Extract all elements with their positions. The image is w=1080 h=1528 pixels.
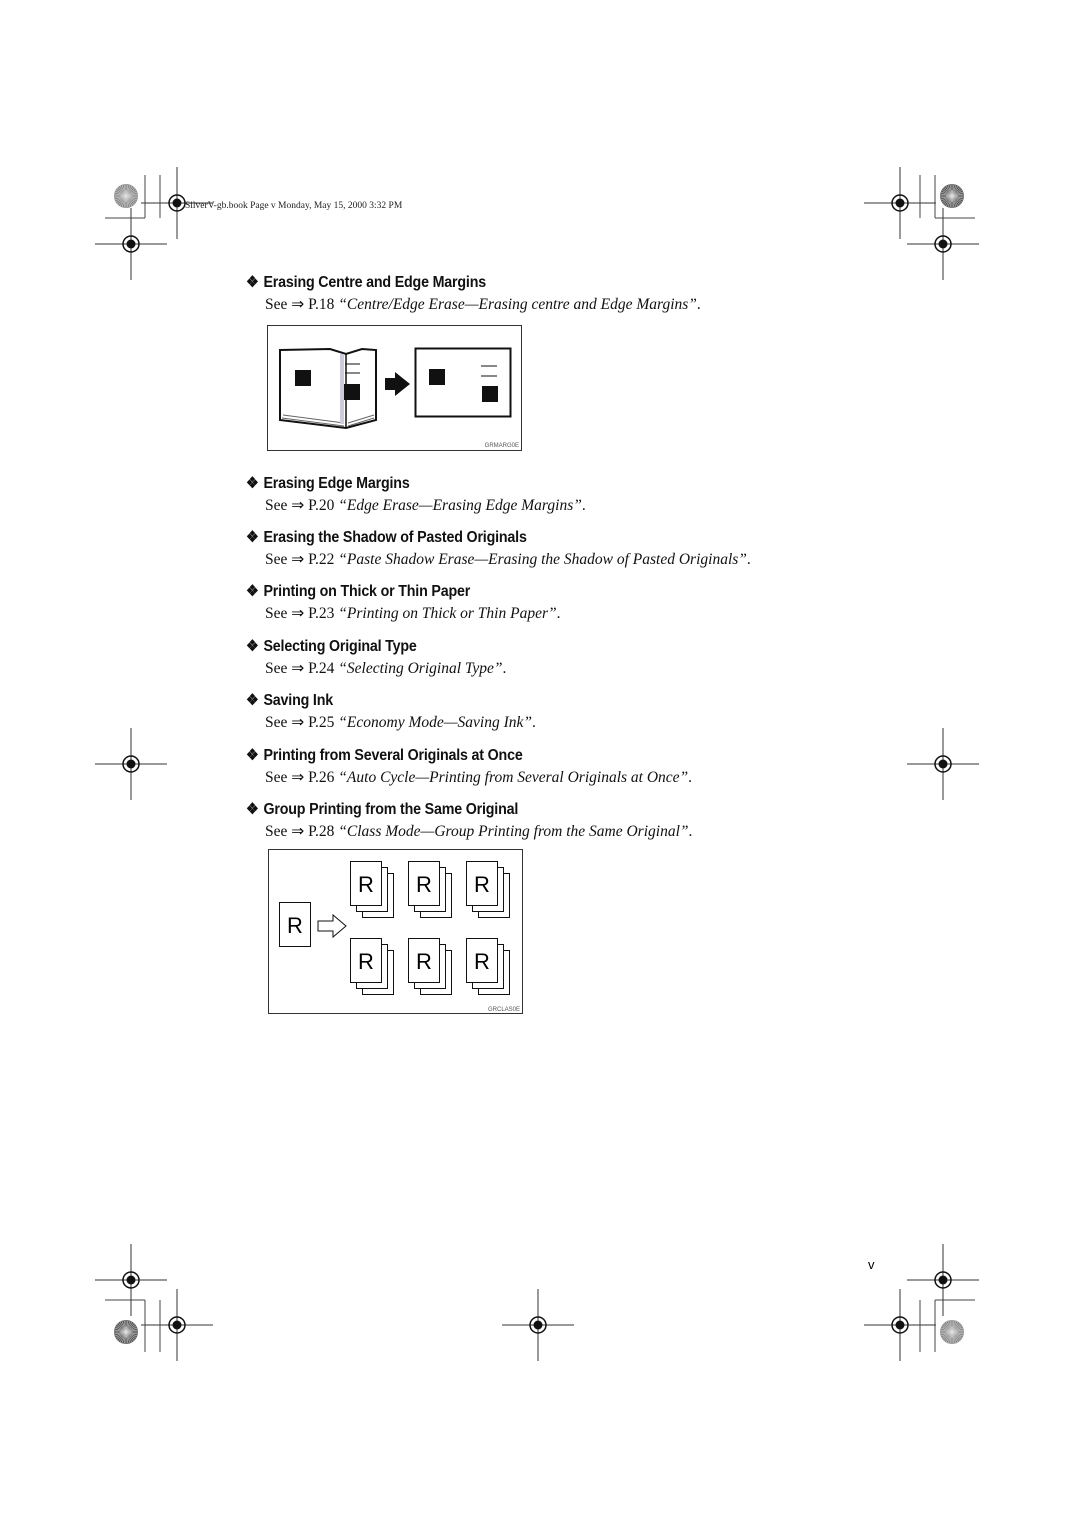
copy-stack: R — [466, 938, 510, 995]
svg-text:R: R — [358, 872, 374, 897]
crosshair-mark — [502, 1289, 574, 1361]
copy-stack: R — [408, 938, 452, 995]
crosshair-mark — [907, 208, 979, 280]
figure-code-label: GRCLAS0E — [488, 1007, 520, 1013]
starburst-mark — [940, 184, 964, 208]
crosshair-mark — [864, 1289, 936, 1361]
crosshair-mark — [907, 728, 979, 800]
registration-marks — [95, 167, 979, 1361]
figure-centre-edge-erase: GRMARG0E — [267, 325, 522, 451]
figure-code-label: GRMARG0E — [485, 443, 519, 449]
starburst-mark — [114, 184, 138, 208]
svg-text:R: R — [358, 949, 374, 974]
page-graphics: GRMARG0E R GRCLAS0E R R R R R R — [95, 167, 979, 1361]
crosshair-mark — [141, 1289, 213, 1361]
copy-stack: R — [350, 861, 394, 918]
crosshair-mark — [864, 167, 936, 239]
crosshair-mark — [95, 1244, 167, 1316]
crosshair-mark — [907, 1244, 979, 1316]
svg-text:R: R — [474, 872, 490, 897]
output-page-illustration — [414, 347, 512, 418]
crosshair-mark — [95, 208, 167, 280]
copy-stack: R — [408, 861, 452, 918]
copy-stack: R — [466, 861, 510, 918]
crosshair-mark — [95, 728, 167, 800]
svg-text:R: R — [474, 949, 490, 974]
starburst-mark — [114, 1320, 138, 1344]
svg-text:R: R — [416, 949, 432, 974]
figure-class-mode: R GRCLAS0E R R R R R R — [268, 849, 523, 1014]
open-book-illustration — [279, 347, 377, 430]
starburst-mark — [940, 1320, 964, 1344]
crosshair-mark — [141, 167, 213, 239]
svg-text:R: R — [416, 872, 432, 897]
svg-text:R: R — [287, 913, 303, 938]
copy-stack: R — [350, 938, 394, 995]
